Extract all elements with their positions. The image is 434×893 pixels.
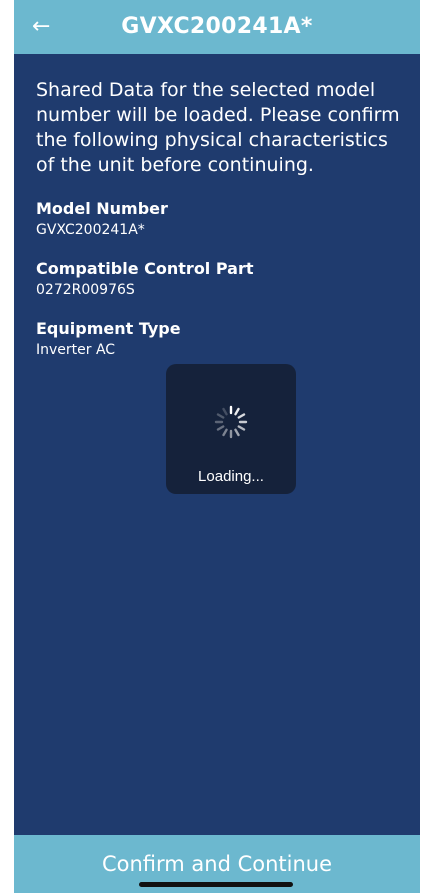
loading-text: Loading... bbox=[198, 468, 264, 485]
control-part-label: Compatible Control Part bbox=[36, 259, 254, 278]
control-part-value: 0272R00976S bbox=[36, 282, 135, 298]
home-indicator bbox=[139, 882, 293, 887]
spinner-icon bbox=[214, 405, 248, 439]
control-part-section: Compatible Control Part 0272R00976S bbox=[36, 258, 406, 300]
equipment-type-value: Inverter AC bbox=[36, 342, 116, 358]
equipment-type-section: Equipment Type Inverter AC bbox=[36, 318, 406, 360]
app-screen: ← GVXC200241A* Shared Data for the selec… bbox=[14, 0, 420, 893]
confirm-continue-button[interactable]: Confirm and Continue bbox=[14, 851, 420, 877]
equipment-type-label: Equipment Type bbox=[36, 319, 181, 338]
intro-text: Shared Data for the selected model numbe… bbox=[36, 79, 400, 176]
page-title: GVXC200241A* bbox=[121, 14, 313, 39]
loading-overlay: Loading... bbox=[166, 364, 296, 494]
header-bar: ← GVXC200241A* bbox=[14, 0, 420, 54]
content-area: Shared Data for the selected model numbe… bbox=[36, 78, 406, 378]
model-number-value: GVXC200241A* bbox=[36, 222, 145, 238]
model-number-section: Model Number GVXC200241A* bbox=[36, 198, 406, 240]
model-number-label: Model Number bbox=[36, 199, 168, 218]
